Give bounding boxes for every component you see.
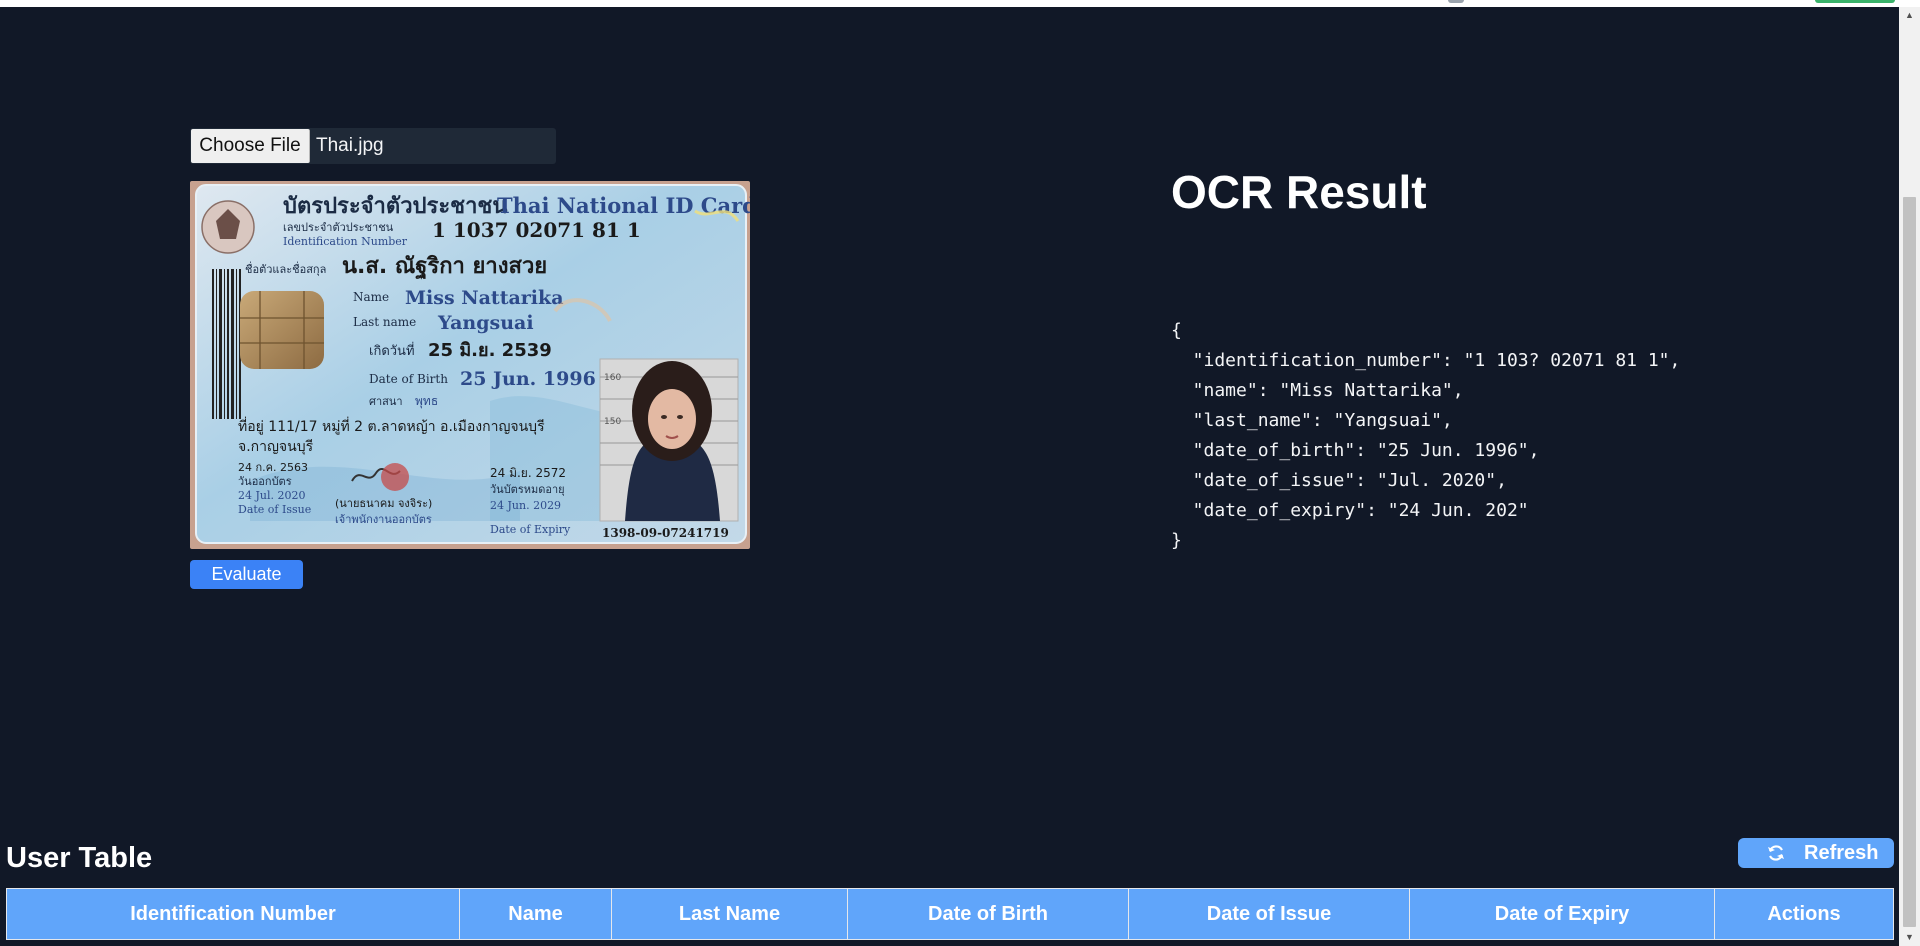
- ocr-json-line: "last_name": "Yangsuai",: [1171, 410, 1453, 431]
- card-name-label-th: ชื่อตัวและชื่อสกุล: [245, 261, 326, 276]
- choose-file-button[interactable]: Choose File: [191, 129, 310, 163]
- card-name-th: น.ส. ณัฐริกา ยางสวย: [342, 254, 547, 280]
- card-id-number: 1 1037 02071 81 1: [432, 218, 641, 242]
- card-lastname-en: Yangsuai: [437, 312, 534, 334]
- card-title-th: บัตรประจำตัวประชาชน: [283, 194, 507, 219]
- column-header-date-of-expiry[interactable]: Date of Expiry: [1410, 889, 1715, 939]
- card-height-mark-150: 150: [604, 417, 621, 427]
- ocr-json-line: "date_of_birth": "25 Jun. 1996",: [1171, 440, 1540, 461]
- card-name-label-en: Name: [353, 290, 389, 304]
- card-officer-name: (นายธนาคม จงจิระ): [335, 497, 432, 510]
- id-card-image: บัตรประจำตัวประชาชน Thai National ID Car…: [190, 181, 750, 549]
- refresh-label: Refresh: [1804, 842, 1879, 864]
- refresh-icon: [1768, 845, 1784, 861]
- card-address-line1: ที่อยู่ 111/17 หมู่ที่ 2 ต.ลาดหญ้า อ.เมื…: [238, 417, 545, 435]
- column-header-name[interactable]: Name: [460, 889, 612, 939]
- card-religion: พุทธ: [415, 394, 438, 409]
- user-table-title: User Table: [6, 842, 153, 874]
- card-dob-th: 25 มิ.ย. 2539: [428, 340, 552, 361]
- page-scrollbar[interactable]: ▲ ▼: [1899, 7, 1920, 946]
- user-table-header: Identification Number Name Last Name Dat…: [6, 888, 1894, 940]
- scroll-thumb[interactable]: [1903, 197, 1916, 927]
- card-issue-label-en: Date of Issue: [238, 503, 311, 516]
- card-dob-label-en: Date of Birth: [369, 372, 448, 386]
- card-lastname-label-en: Last name: [353, 315, 416, 329]
- card-officer-title: เจ้าพนักงานออกบัตร: [335, 513, 432, 526]
- card-id-label-th: เลขประจำตัวประชาชน: [283, 221, 394, 234]
- card-religion-label: ศาสนา: [369, 395, 403, 408]
- card-expiry-en: 24 Jun. 2029: [490, 499, 561, 512]
- card-address-line2: จ.กาญจนบุรี: [238, 439, 314, 455]
- selected-file-name: Thai.jpg: [316, 135, 384, 156]
- card-height-mark-160: 160: [604, 373, 621, 383]
- card-expiry-th: 24 มิ.ย. 2572: [490, 466, 566, 480]
- ocr-json-line: "name": "Miss Nattarika",: [1171, 380, 1464, 401]
- browser-status-bar: [1815, 0, 1895, 3]
- card-dob-en: 25 Jun. 1996: [460, 368, 596, 390]
- ocr-json-line: }: [1171, 530, 1182, 551]
- ocr-result-title: OCR Result: [1171, 166, 1427, 218]
- refresh-button[interactable]: Refresh: [1738, 838, 1894, 868]
- evaluate-button[interactable]: Evaluate: [190, 560, 303, 589]
- card-issue-label-th: วันออกบัตร: [238, 475, 292, 488]
- browser-top-edge: [0, 0, 1920, 7]
- ocr-json-line: {: [1171, 320, 1182, 341]
- scroll-up-arrow-icon[interactable]: ▲: [1899, 7, 1920, 24]
- card-issue-en: 24 Jul. 2020: [238, 489, 306, 502]
- file-input[interactable]: Choose File Thai.jpg: [190, 128, 556, 164]
- browser-indicator: [1448, 0, 1464, 3]
- column-header-date-of-birth[interactable]: Date of Birth: [848, 889, 1129, 939]
- card-expiry-label-th: วันบัตรหมดอายุ: [490, 483, 565, 496]
- card-expiry-label-en: Date of Expiry: [490, 523, 571, 536]
- scroll-down-arrow-icon[interactable]: ▼: [1899, 929, 1920, 946]
- ocr-json-line: "identification_number": "1 103? 02071 8…: [1171, 350, 1681, 371]
- card-id-label-en: Identification Number: [283, 235, 408, 248]
- column-header-identification-number[interactable]: Identification Number: [7, 889, 460, 939]
- ocr-json-output: { "identification_number": "1 103? 02071…: [1171, 316, 1680, 556]
- column-header-date-of-issue[interactable]: Date of Issue: [1129, 889, 1410, 939]
- card-name-en: Miss Nattarika: [405, 287, 564, 309]
- card-issue-th: 24 ก.ค. 2563: [238, 461, 308, 474]
- card-dob-label-th: เกิดวันที่: [369, 342, 415, 359]
- column-header-last-name[interactable]: Last Name: [612, 889, 848, 939]
- column-header-actions[interactable]: Actions: [1715, 889, 1893, 939]
- card-serial: 1398-09-07241719: [602, 526, 729, 540]
- ocr-json-line: "date_of_expiry": "24 Jun. 202": [1171, 500, 1529, 521]
- ocr-json-line: "date_of_issue": "Jul. 2020",: [1171, 470, 1507, 491]
